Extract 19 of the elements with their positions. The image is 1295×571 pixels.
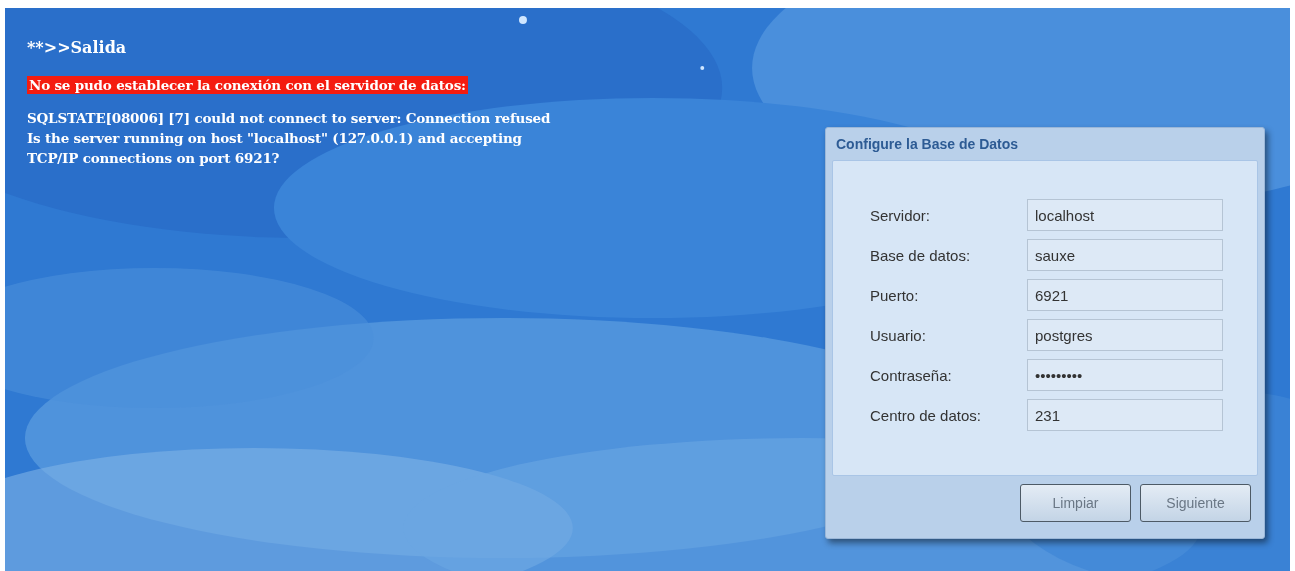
field-label: Base de datos: bbox=[870, 246, 972, 264]
error-message-line: Is the server running on host "localhost" (127.0.0.1) and accepting bbox=[27, 129, 523, 148]
field-label: Contraseña: bbox=[870, 366, 953, 384]
field-label: Usuario: bbox=[870, 326, 927, 344]
input-field[interactable]: localhost bbox=[1027, 199, 1223, 231]
error-banner: No se pudo establecer la conexión con el servidor de datos: bbox=[27, 76, 468, 94]
dialog-title: Configure la Base de Datos bbox=[835, 135, 1020, 154]
dialog-button[interactable]: Siguiente bbox=[1140, 484, 1251, 522]
input-field[interactable]: 231 bbox=[1027, 399, 1223, 431]
error-message-line: SQLSTATE[08006] [7] could not connect to server: Connection refused bbox=[27, 109, 551, 128]
output-heading: **>>Salida bbox=[27, 38, 128, 57]
field-label: Centro de datos: bbox=[870, 406, 982, 424]
field-label: Puerto: bbox=[870, 286, 920, 304]
field-label: Servidor: bbox=[870, 206, 932, 224]
input-field[interactable]: postgres bbox=[1027, 319, 1223, 351]
input-field[interactable]: ••••••••• bbox=[1027, 359, 1223, 391]
input-field[interactable]: sauxe bbox=[1027, 239, 1223, 271]
error-message-line: TCP/IP connections on port 6921? bbox=[27, 149, 281, 168]
input-field[interactable]: 6921 bbox=[1027, 279, 1223, 311]
